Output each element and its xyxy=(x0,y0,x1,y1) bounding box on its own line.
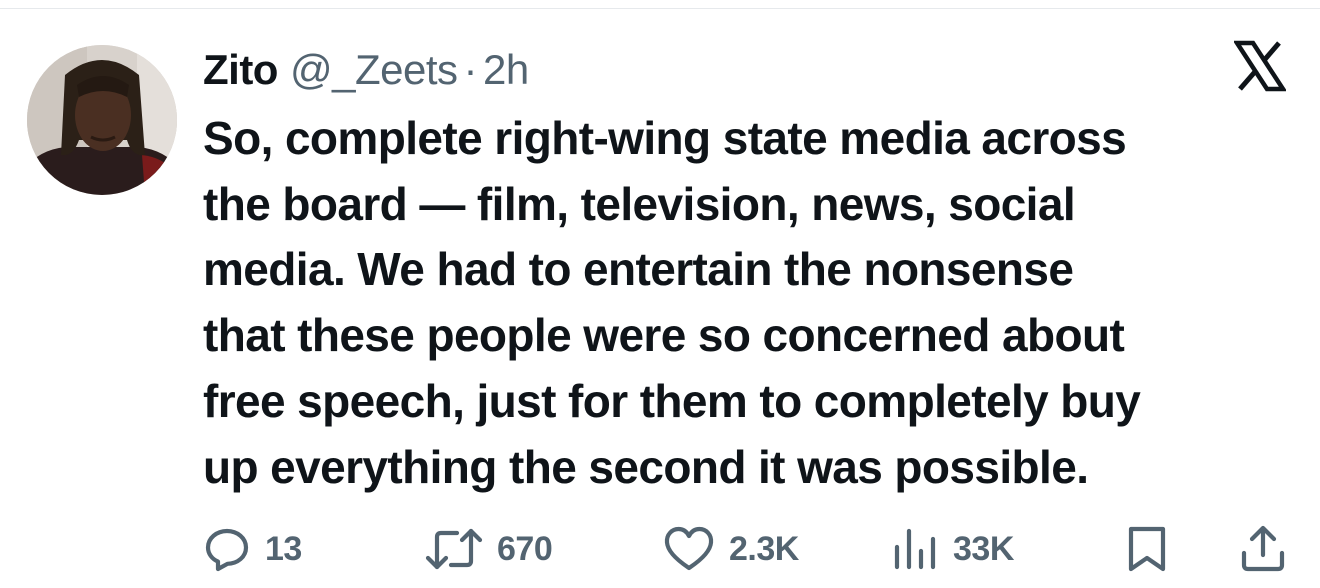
separator-dot: · xyxy=(463,46,478,93)
repost-count: 670 xyxy=(497,529,553,568)
share-button[interactable] xyxy=(1239,520,1287,578)
action-bar: 13 670 2.3K 33K xyxy=(203,520,1293,578)
reply-count: 13 xyxy=(265,529,302,568)
timestamp[interactable]: 2h xyxy=(483,46,529,94)
avatar[interactable] xyxy=(27,45,177,195)
repost-icon xyxy=(425,528,483,570)
reply-icon xyxy=(205,528,249,572)
repost-button[interactable]: 670 xyxy=(425,520,553,578)
tweet-header: Zito @_Zeets · 2h xyxy=(203,44,529,96)
like-button[interactable]: 2.3K xyxy=(663,520,799,578)
avatar-photo xyxy=(27,45,177,195)
bookmark-icon xyxy=(1128,526,1166,572)
reply-button[interactable]: 13 xyxy=(203,520,302,578)
x-logo-icon[interactable] xyxy=(1232,40,1288,92)
views-button[interactable]: 33K xyxy=(891,520,1014,578)
bookmark-button[interactable] xyxy=(1125,520,1169,578)
user-handle[interactable]: @_Zeets xyxy=(290,46,458,94)
views-icon xyxy=(894,528,936,570)
display-name[interactable]: Zito xyxy=(203,46,278,94)
heart-icon xyxy=(664,526,714,571)
views-count: 33K xyxy=(953,529,1014,568)
share-icon xyxy=(1241,525,1285,572)
like-count: 2.3K xyxy=(729,529,799,568)
tweet-text: So, complete right-wing state media acro… xyxy=(203,112,1141,493)
top-divider xyxy=(0,8,1320,9)
